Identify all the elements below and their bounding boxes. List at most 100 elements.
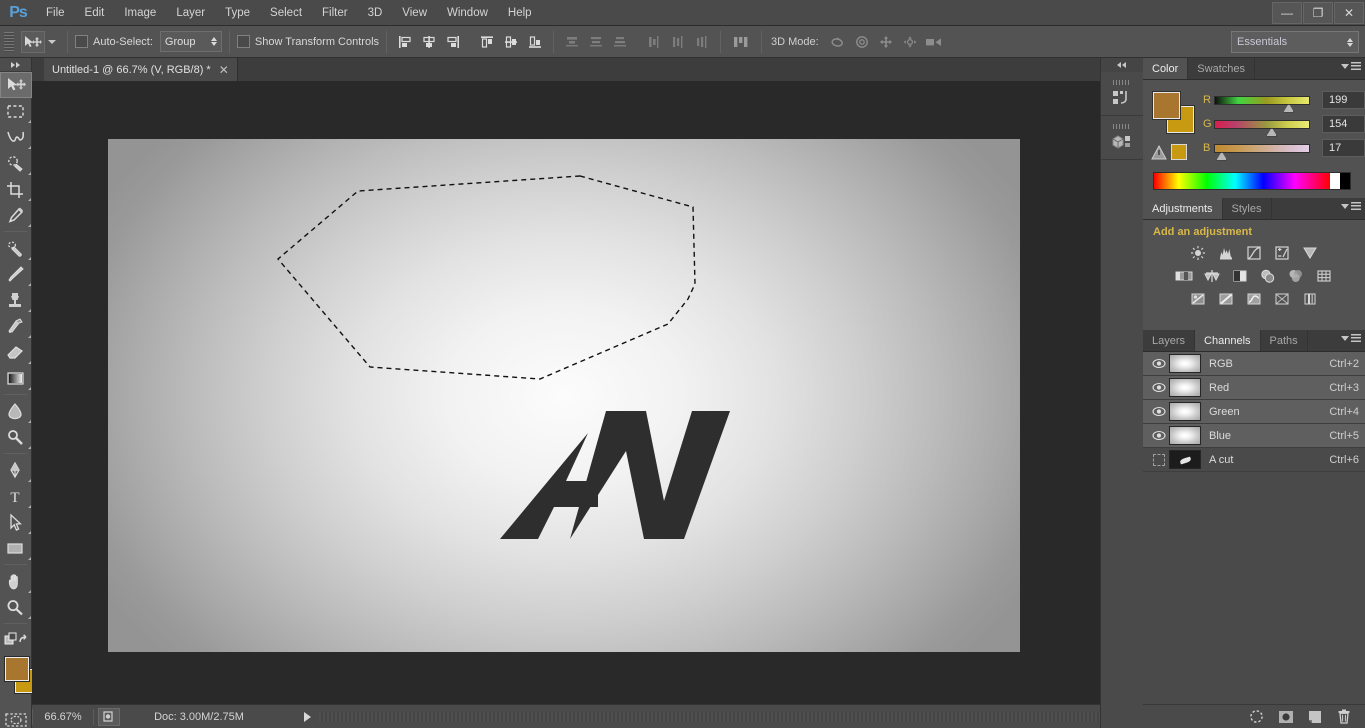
eraser-tool[interactable] [0, 339, 32, 365]
out-of-gamut-warning[interactable] [1151, 144, 1187, 160]
workspace-selector[interactable]: Essentials [1231, 31, 1359, 53]
tab-paths[interactable]: Paths [1261, 330, 1308, 351]
menu-view[interactable]: View [392, 0, 437, 26]
color-balance-icon[interactable] [1202, 267, 1222, 285]
color-panel-menu-button[interactable] [1341, 62, 1361, 70]
distribute-vertical-centers-button[interactable] [585, 31, 607, 53]
vibrance-icon[interactable] [1300, 244, 1320, 262]
color-slider-knob-r[interactable] [1283, 104, 1294, 113]
hand-tool[interactable] [0, 568, 32, 594]
spot-healing-brush-tool[interactable] [0, 235, 32, 261]
foreground-color-swatch[interactable] [1153, 92, 1180, 119]
channel-thumbnail[interactable] [1169, 378, 1201, 397]
tab-layers[interactable]: Layers [1143, 330, 1195, 351]
channel-row[interactable]: BlueCtrl+5 [1143, 424, 1365, 448]
drag-3d-object-button[interactable] [875, 31, 897, 53]
crop-tool[interactable] [0, 176, 32, 202]
hue-saturation-icon[interactable] [1174, 267, 1194, 285]
minimize-button[interactable]: — [1272, 2, 1302, 24]
channels-panel-menu-button[interactable] [1341, 334, 1361, 342]
menu-window[interactable]: Window [437, 0, 498, 26]
channel-visibility-toggle[interactable] [1149, 430, 1169, 441]
rotate-3d-object-button[interactable] [827, 31, 849, 53]
channel-row[interactable]: RedCtrl+3 [1143, 376, 1365, 400]
pen-tool[interactable] [0, 457, 32, 483]
gradient-tool[interactable] [0, 365, 32, 391]
channel-visibility-toggle[interactable] [1149, 406, 1169, 417]
channel-thumbnail[interactable] [1169, 402, 1201, 421]
channel-row[interactable]: GreenCtrl+4 [1143, 400, 1365, 424]
roll-3d-object-button[interactable] [851, 31, 873, 53]
gamut-substitute-swatch[interactable] [1171, 144, 1187, 160]
status-bar-resize-grip[interactable] [319, 712, 1100, 722]
color-value-g[interactable]: 154 [1322, 115, 1365, 133]
tab-adjustments[interactable]: Adjustments [1143, 198, 1223, 219]
dodge-tool[interactable] [0, 424, 32, 450]
canvas-area[interactable] [32, 82, 1100, 704]
menu-layer[interactable]: Layer [166, 0, 215, 26]
history-panel-button[interactable] [1101, 72, 1143, 116]
color-slider-g[interactable] [1214, 120, 1310, 129]
auto-select-checkbox[interactable] [75, 35, 88, 48]
color-value-r[interactable]: 199 [1322, 91, 1365, 109]
distribute-right-edges-button[interactable] [691, 31, 713, 53]
align-bottom-edges-button[interactable] [524, 31, 546, 53]
path-selection-tool[interactable] [0, 509, 32, 535]
menu-select[interactable]: Select [260, 0, 312, 26]
document-tab-close-icon[interactable]: ✕ [219, 64, 229, 76]
3d-panel-button[interactable] [1101, 116, 1143, 160]
color-value-b[interactable]: 17 [1322, 139, 1365, 157]
color-slider-knob-b[interactable] [1216, 152, 1227, 161]
channel-thumbnail[interactable] [1169, 354, 1201, 373]
align-top-edges-button[interactable] [476, 31, 498, 53]
distribute-bottom-edges-button[interactable] [609, 31, 631, 53]
status-bar-menu-arrow-icon[interactable] [304, 712, 311, 722]
channel-visibility-toggle[interactable] [1149, 454, 1169, 466]
toolbar-expand-button[interactable] [0, 58, 31, 72]
load-channel-as-selection-button[interactable] [1249, 709, 1264, 724]
brightness-contrast-icon[interactable] [1188, 244, 1208, 262]
channel-thumbnail[interactable] [1169, 450, 1201, 469]
menu-image[interactable]: Image [114, 0, 166, 26]
adjustments-panel-menu-button[interactable] [1341, 202, 1361, 210]
default-colors-and-swap[interactable] [0, 627, 32, 653]
menu-file[interactable]: File [36, 0, 75, 26]
close-button[interactable]: ✕ [1334, 2, 1364, 24]
align-horizontal-centers-button[interactable] [418, 31, 440, 53]
menu-help[interactable]: Help [498, 0, 542, 26]
channel-thumbnail[interactable] [1169, 426, 1201, 445]
threshold-icon[interactable] [1244, 290, 1264, 308]
restore-button[interactable]: ❐ [1303, 2, 1333, 24]
rectangular-marquee-tool[interactable] [0, 98, 32, 124]
delete-channel-button[interactable] [1336, 709, 1351, 724]
distribute-horizontal-centers-button[interactable] [667, 31, 689, 53]
menu-filter[interactable]: Filter [312, 0, 358, 26]
history-brush-tool[interactable] [0, 313, 32, 339]
spectrum-white-swatch[interactable] [1330, 173, 1340, 189]
color-spectrum-ramp[interactable] [1153, 172, 1351, 190]
color-slider-b[interactable] [1214, 144, 1310, 153]
color-slider-knob-g[interactable] [1266, 128, 1277, 137]
dock-collapse-button[interactable] [1101, 58, 1143, 72]
tab-styles[interactable]: Styles [1223, 198, 1272, 219]
clone-stamp-tool[interactable] [0, 287, 32, 313]
distribute-top-edges-button[interactable] [561, 31, 583, 53]
menu-3d[interactable]: 3D [358, 0, 393, 26]
options-bar-grip[interactable] [4, 32, 14, 52]
align-left-edges-button[interactable] [394, 31, 416, 53]
zoom-tool[interactable] [0, 594, 32, 620]
exposure-icon[interactable] [1272, 244, 1292, 262]
rectangle-tool[interactable] [0, 535, 32, 561]
channel-row[interactable]: RGBCtrl+2 [1143, 352, 1365, 376]
quick-mask-button[interactable] [0, 707, 31, 728]
move-tool[interactable] [0, 72, 32, 98]
color-lookup-icon[interactable] [1314, 267, 1334, 285]
auto-select-dropdown[interactable]: Group [160, 31, 222, 52]
spectrum-black-swatch[interactable] [1340, 173, 1350, 189]
menu-edit[interactable]: Edit [75, 0, 115, 26]
black-white-icon[interactable] [1230, 267, 1250, 285]
gradient-map-icon[interactable] [1272, 290, 1292, 308]
scale-3d-object-button[interactable] [923, 31, 945, 53]
align-vertical-centers-button[interactable] [500, 31, 522, 53]
posterize-icon[interactable] [1216, 290, 1236, 308]
